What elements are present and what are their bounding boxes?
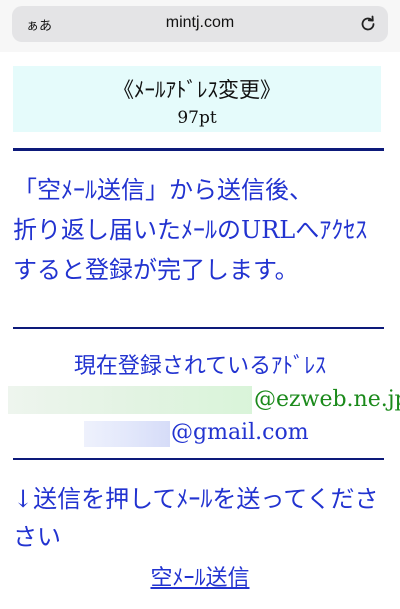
redacted-ezweb-address <box>8 386 252 414</box>
gmail-address-domain: @gmail.com <box>171 420 309 445</box>
page-header: 《ﾒｰﾙｱﾄﾞﾚｽ変更》 97pt <box>13 66 381 132</box>
registered-addresses-heading: 現在登録されているｱﾄﾞﾚｽ <box>73 354 327 379</box>
divider-bottom <box>13 458 384 460</box>
send-instructions-line-2: さい <box>13 523 61 551</box>
send-link-container: 空ﾒｰﾙ送信 <box>0 560 400 592</box>
address-bar[interactable]: ぁあ mintj.com <box>12 6 388 42</box>
redacted-gmail-address <box>84 421 170 447</box>
instructions-text: 「空ﾒｰﾙ送信」から送信後、 折り返し届いたﾒｰﾙのURLへｱｸｾｽ すると登録… <box>13 170 393 290</box>
instructions-line-2: 折り返し届いたﾒｰﾙのURLへｱｸｾｽ <box>13 216 368 244</box>
browser-toolbar: ぁあ mintj.com <box>0 0 400 52</box>
send-instructions-line-1: ↓送信を押してﾒｰﾙを送ってくださ <box>13 485 379 513</box>
url-domain[interactable]: mintj.com <box>12 14 388 32</box>
send-empty-mail-link[interactable]: 空ﾒｰﾙ送信 <box>150 566 249 591</box>
reload-icon[interactable] <box>358 14 378 34</box>
ezweb-address-domain: @ezweb.ne.jp <box>254 387 400 412</box>
instructions-line-3: すると登録が完了します。 <box>13 256 299 284</box>
page-title: 《ﾒｰﾙｱﾄﾞﾚｽ変更》 <box>113 78 281 102</box>
send-instructions: ↓送信を押してﾒｰﾙを送ってくださ さい <box>13 480 393 556</box>
points-balance: 97pt <box>177 108 217 128</box>
divider-top <box>13 148 384 151</box>
divider-middle <box>13 327 384 329</box>
instructions-line-1: 「空ﾒｰﾙ送信」から送信後、 <box>13 176 313 204</box>
